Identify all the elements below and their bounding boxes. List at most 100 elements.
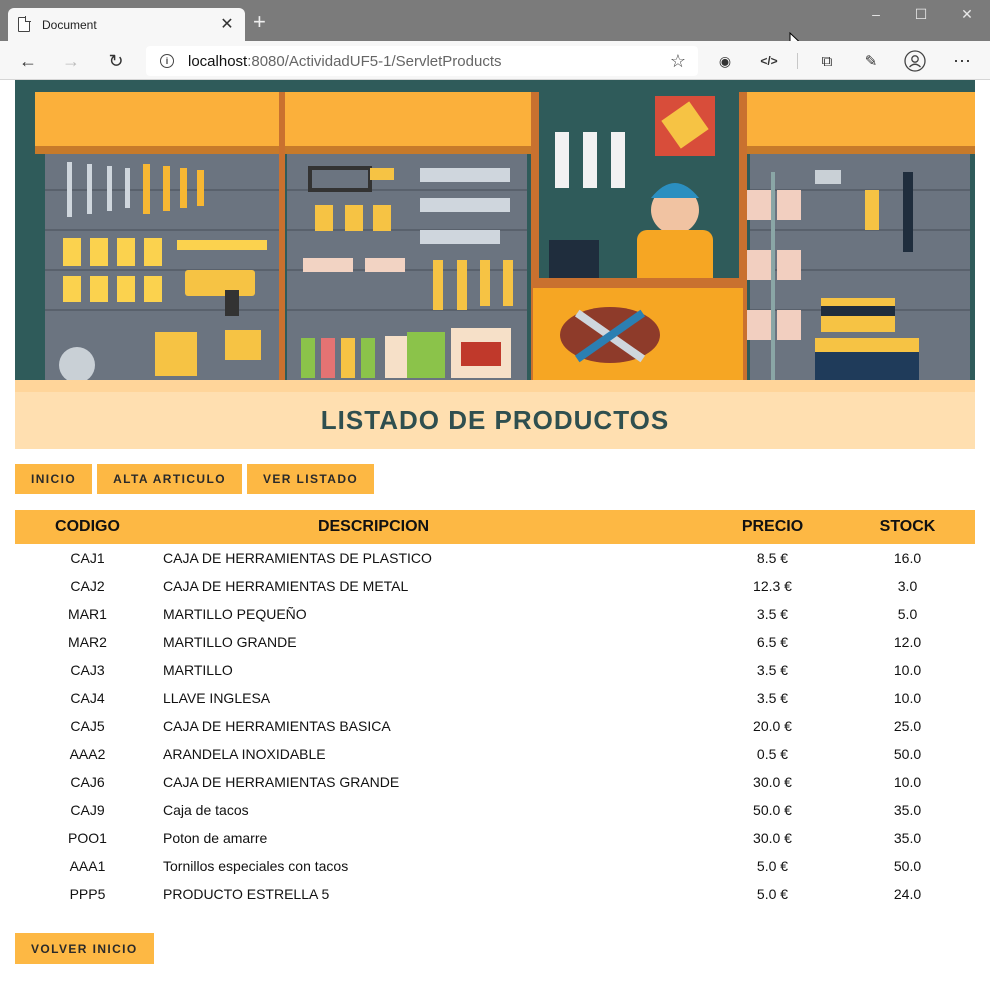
cell-precio: 50.0 € (753, 802, 792, 818)
address-bar[interactable]: i localhost :8080/ActividadUF5-1/Servlet… (146, 46, 698, 76)
maximize-icon[interactable]: ☐ (906, 6, 936, 23)
cell-codigo: CAJ5 (70, 718, 105, 734)
cell-precio: 5.0 € (756, 886, 789, 902)
cell-codigo: CAJ6 (70, 774, 105, 790)
page-content: LISTADO DE PRODUCTOS INICIO ALTA ARTICUL… (15, 80, 975, 964)
browser-tab[interactable]: Document ✕ (8, 8, 245, 41)
cell-stock: 10.0 (893, 690, 922, 706)
table-row: CAJ1 CAJA DE HERRAMIENTAS DE PLASTICO 8.5 … (15, 544, 975, 572)
back-arrow-icon[interactable]: ← (16, 49, 40, 73)
table-row: AAA2 ARANDELA INOXIDABLE 0.5 € 50.0 (15, 740, 975, 768)
cell-stock: 35.0 (893, 802, 922, 818)
cell-precio: 3.5 € (756, 662, 789, 678)
cell-descripcion: PRODUCTO ESTRELLA 5 (163, 886, 330, 902)
profile-icon[interactable] (903, 49, 927, 73)
more-menu-icon[interactable]: ⋯ (950, 49, 974, 73)
page-title-band: LISTADO DE PRODUCTOS (15, 391, 975, 449)
cell-descripcion: MARTILLO PEQUEÑO (163, 606, 307, 622)
cell-precio: 0.5 € (756, 746, 789, 762)
cell-precio: 12.3 € (753, 578, 792, 594)
cell-descripcion: Poton de amarre (163, 830, 268, 846)
cell-precio: 20.0 € (753, 718, 792, 734)
nav-inicio-button[interactable]: INICIO (15, 464, 93, 494)
table-row: CAJ3 MARTILLO 3.5 € 10.0 (15, 656, 975, 684)
header-precio: PRECIO (741, 518, 804, 535)
header-descripcion: DESCRIPCION (317, 518, 430, 535)
header-codigo: CODIGO (55, 518, 120, 535)
url-host: localhost (188, 52, 248, 70)
cell-descripcion: LLAVE INGLESA (163, 690, 271, 706)
cell-codigo: CAJ9 (70, 802, 105, 818)
header-stock: STOCK (879, 518, 936, 535)
window-close-icon[interactable]: ✕ (952, 6, 982, 23)
cell-descripcion: Caja de tacos (163, 802, 249, 818)
new-tab-button[interactable]: + (253, 11, 266, 33)
cell-codigo: PPP5 (69, 886, 106, 902)
cell-precio: 3.5 € (756, 606, 789, 622)
cell-descripcion: CAJA DE HERRAMIENTAS BASICA (163, 718, 391, 734)
cell-descripcion: ARANDELA INOXIDABLE (163, 746, 326, 762)
cell-descripcion: MARTILLO GRANDE (163, 634, 297, 650)
cell-descripcion: CAJA DE HERRAMIENTAS DE METAL (163, 578, 409, 594)
nav-ver-listado-button[interactable]: VER LISTADO (246, 464, 375, 494)
cell-codigo: CAJ4 (70, 690, 105, 706)
cell-descripcion: MARTILLO (163, 662, 233, 678)
hardware-store-banner (15, 80, 975, 392)
cell-stock: 50.0 (893, 858, 922, 874)
cell-stock: 50.0 (893, 746, 922, 762)
cell-descripcion: Tornillos especiales con tacos (163, 858, 349, 874)
cell-precio: 30.0 € (753, 830, 792, 846)
cell-codigo: AAA1 (69, 858, 106, 874)
tab-close-button[interactable]: ✕ (219, 16, 235, 33)
cell-stock: 10.0 (893, 662, 922, 678)
products-table: CODIGO DESCRIPCION PRECIO STOCK CAJ1 CAJA… (15, 510, 975, 908)
cell-stock: 3.0 (897, 578, 918, 594)
table-row: CAJ6 CAJA DE HERRAMIENTAS GRANDE 30.0 € 10.… (15, 768, 975, 796)
browser-titlebar: Document ✕ + – ☐ ✕ (0, 0, 990, 50)
cell-precio: 5.0 € (756, 858, 789, 874)
cell-stock: 24.0 (893, 886, 922, 902)
reader-mode-icon[interactable]: ◉ (713, 49, 737, 73)
table-row: PPP5 PRODUCTO ESTRELLA 5 5.0 € 24.0 (15, 880, 975, 908)
favorite-star-icon[interactable]: ☆ (670, 51, 686, 72)
table-row: CAJ9 Caja de tacos 50.0 € 35.0 (15, 796, 975, 824)
table-header-row: CODIGO DESCRIPCION PRECIO STOCK (15, 510, 975, 544)
feedback-icon[interactable]: ✎ (859, 49, 883, 73)
cell-stock: 10.0 (893, 774, 922, 790)
table-row: AAA1 Tornillos especiales con tacos 5.0 € 5… (15, 852, 975, 880)
browser-toolbar: ← → ↻ i localhost :8080/ActividadUF5-1/S… (0, 41, 990, 80)
cell-codigo: MAR1 (68, 606, 107, 622)
table-row: POO1 Poton de amarre 30.0 € 35.0 (15, 824, 975, 852)
cell-codigo: CAJ3 (70, 662, 105, 678)
cell-precio: 3.5 € (756, 690, 789, 706)
forward-arrow-icon[interactable]: → (59, 49, 83, 73)
url-path: :8080/ActividadUF5-1/ServletProducts (247, 52, 502, 70)
cell-codigo: CAJ1 (70, 550, 105, 566)
cell-precio: 6.5 € (756, 634, 789, 650)
cell-descripcion: CAJA DE HERRAMIENTAS DE PLASTICO (163, 550, 432, 566)
cell-stock: 12.0 (893, 634, 922, 650)
cell-descripcion: CAJA DE HERRAMIENTAS GRANDE (163, 774, 400, 790)
table-row: CAJ2 CAJA DE HERRAMIENTAS DE METAL 12.3 € 3… (15, 572, 975, 600)
table-row: MAR2 MARTILLO GRANDE 6.5 € 12.0 (15, 628, 975, 656)
nav-alta-articulo-button[interactable]: ALTA ARTICULO (97, 464, 242, 494)
cell-codigo: AAA2 (69, 746, 106, 762)
cell-precio: 30.0 € (753, 774, 792, 790)
table-body: CAJ1 CAJA DE HERRAMIENTAS DE PLASTICO 8.5 … (15, 544, 975, 908)
cell-codigo: MAR2 (68, 634, 107, 650)
table-row: CAJ4 LLAVE INGLESA 3.5 € 10.0 (15, 684, 975, 712)
cell-stock: 25.0 (893, 718, 922, 734)
collections-icon[interactable]: ⧉ (815, 49, 839, 73)
minimize-icon[interactable]: – (861, 6, 891, 22)
page-title: LISTADO DE PRODUCTOS (320, 404, 670, 435)
dev-tools-icon[interactable]: </> (757, 49, 781, 73)
cell-stock: 5.0 (897, 606, 918, 622)
tab-title: Document (42, 17, 97, 32)
volver-inicio-button[interactable]: VOLVER INICIO (15, 933, 154, 964)
refresh-icon[interactable]: ↻ (104, 49, 128, 73)
info-icon[interactable]: i (160, 54, 174, 68)
cell-stock: 16.0 (893, 550, 922, 566)
cell-codigo: CAJ2 (70, 578, 105, 594)
cell-precio: 8.5 € (756, 550, 789, 566)
cell-codigo: POO1 (68, 830, 107, 846)
